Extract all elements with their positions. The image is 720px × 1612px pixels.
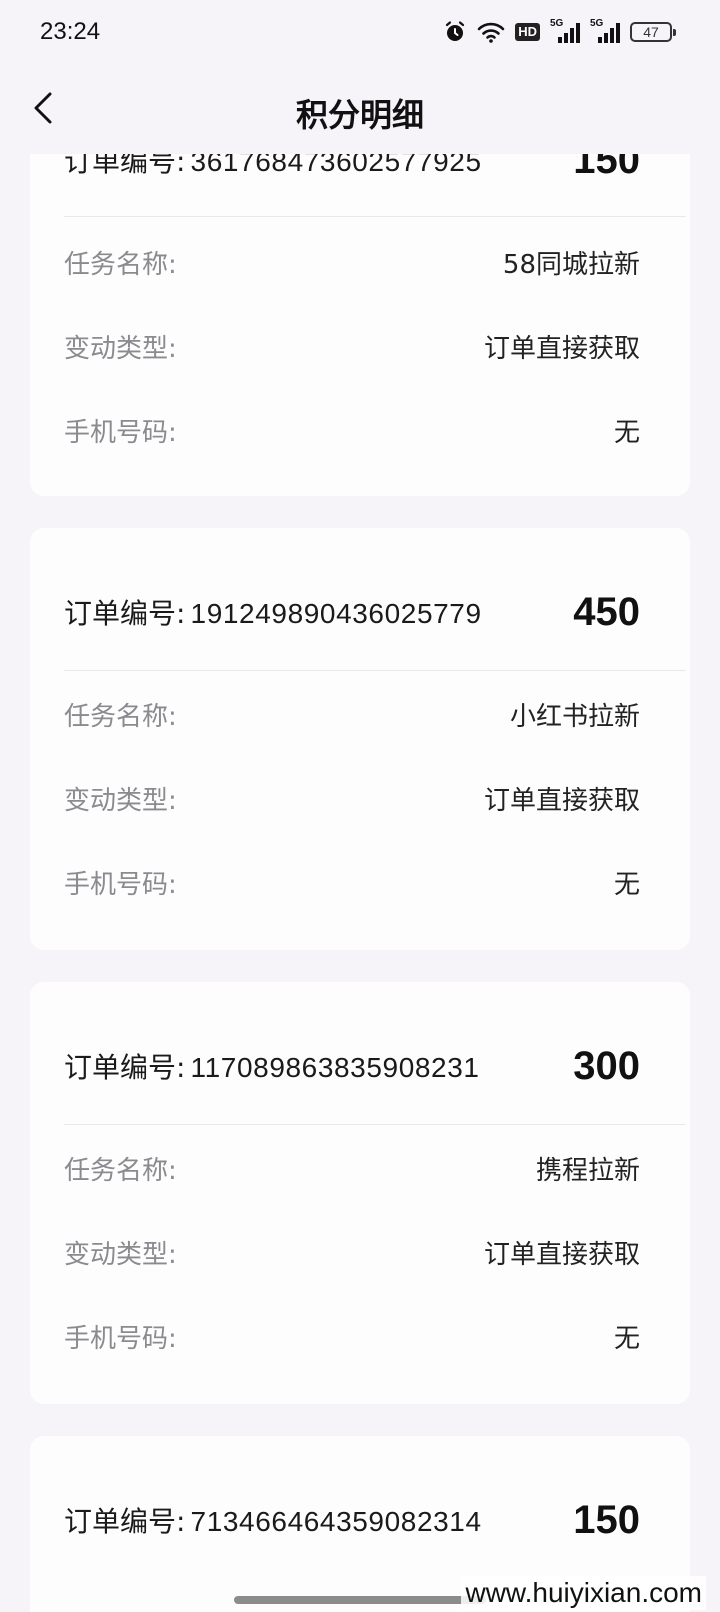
battery-level: 47 bbox=[643, 24, 659, 40]
divider bbox=[64, 670, 686, 671]
wifi-icon bbox=[477, 21, 505, 43]
record-header: 订单编号: 713466464359082314 150 bbox=[64, 1490, 640, 1550]
status-time: 23:24 bbox=[40, 18, 101, 45]
task-name-label: 任务名称: bbox=[64, 701, 177, 732]
page-title: 积分明细 bbox=[295, 96, 424, 134]
phone-value: 无 bbox=[613, 869, 640, 900]
points-value: 450 bbox=[573, 589, 640, 634]
phone-label: 手机号码: bbox=[64, 417, 177, 448]
order-number-value: 191249890436025779 bbox=[190, 598, 482, 629]
phone-row: 手机号码: 无 bbox=[64, 860, 640, 904]
order-number-value: 713466464359082314 bbox=[190, 1506, 482, 1537]
change-type-value: 订单直接获取 bbox=[483, 785, 640, 816]
battery-icon: 47 bbox=[630, 22, 676, 42]
phone-label: 手机号码: bbox=[64, 1323, 177, 1354]
order-number-label: 订单编号: bbox=[64, 597, 186, 630]
points-detail-screen: 订单编号: 3617684736025779​25 150 任务名称: 58同城… bbox=[0, 0, 720, 1612]
watermark: www.huiyixian.com bbox=[461, 1576, 706, 1610]
change-type-row: 变动类型: 订单直接获取 bbox=[64, 776, 640, 820]
task-name-value: 小红书拉新 bbox=[509, 701, 640, 732]
task-name-value: 58同城拉新 bbox=[502, 249, 640, 280]
task-name-label: 任务名称: bbox=[64, 249, 177, 280]
order-number-label: 订单编号: bbox=[64, 1051, 186, 1084]
change-type-value: 订单直接获取 bbox=[483, 1239, 640, 1270]
change-type-row: 变动类型: 订单直接获取 bbox=[64, 324, 640, 368]
order-number-field: 订单编号: 713466464359082314 bbox=[64, 1500, 482, 1540]
phone-value: 无 bbox=[613, 417, 640, 448]
signal-icon: 5G bbox=[550, 18, 580, 43]
phone-value: 无 bbox=[613, 1323, 640, 1354]
status-bar: 23:24 HD 5G 5G 47 bbox=[0, 0, 720, 64]
change-type-row: 变动类型: 订单直接获取 bbox=[64, 1230, 640, 1274]
order-number-field: 订单编号: 117089863835908231 bbox=[64, 1046, 480, 1086]
signal-type-label: 5G bbox=[550, 18, 564, 29]
phone-row: 手机号码: 无 bbox=[64, 408, 640, 452]
signal-icon: 5G bbox=[590, 18, 620, 43]
change-type-value: 订单直接获取 bbox=[483, 333, 640, 364]
order-number-label: 订单编号: bbox=[64, 1505, 186, 1538]
change-type-label: 变动类型: bbox=[64, 1239, 177, 1270]
task-name-value: 携程拉新 bbox=[535, 1155, 640, 1186]
task-name-row: 任务名称: 小红书拉新 bbox=[64, 692, 640, 736]
phone-label: 手机号码: bbox=[64, 869, 177, 900]
record-header: 订单编号: 117089863835908231 300 bbox=[64, 1036, 640, 1096]
alarm-icon bbox=[443, 20, 467, 44]
task-name-row: 任务名称: 携程拉新 bbox=[64, 1146, 640, 1190]
order-number-value: 117089863835908231 bbox=[190, 1052, 480, 1083]
order-number-field: 订单编号: 191249890436025779 bbox=[64, 592, 482, 632]
hd-icon: HD bbox=[515, 23, 540, 41]
divider bbox=[64, 216, 686, 217]
nav-header: 积分明细 bbox=[0, 64, 720, 154]
signal-type-label: 5G bbox=[590, 18, 604, 29]
phone-row: 手机号码: 无 bbox=[64, 1314, 640, 1358]
points-record-list[interactable]: 订单编号: 3617684736025779​25 150 任务名称: 58同城… bbox=[0, 0, 720, 1612]
points-value: 300 bbox=[573, 1043, 640, 1088]
record-card[interactable]: 订单编号: 117089863835908231 300 任务名称: 携程拉新 … bbox=[30, 982, 690, 1404]
home-indicator[interactable] bbox=[234, 1596, 486, 1604]
record-header: 订单编号: 191249890436025779 450 bbox=[64, 582, 640, 642]
points-value: 150 bbox=[573, 1497, 640, 1542]
divider bbox=[64, 1124, 686, 1125]
status-icons: HD 5G 5G 47 bbox=[443, 18, 676, 44]
record-card[interactable]: 订单编号: 191249890436025779 450 任务名称: 小红书拉新… bbox=[30, 528, 690, 950]
change-type-label: 变动类型: bbox=[64, 785, 177, 816]
task-name-row: 任务名称: 58同城拉新 bbox=[64, 240, 640, 284]
task-name-label: 任务名称: bbox=[64, 1155, 177, 1186]
change-type-label: 变动类型: bbox=[64, 333, 177, 364]
